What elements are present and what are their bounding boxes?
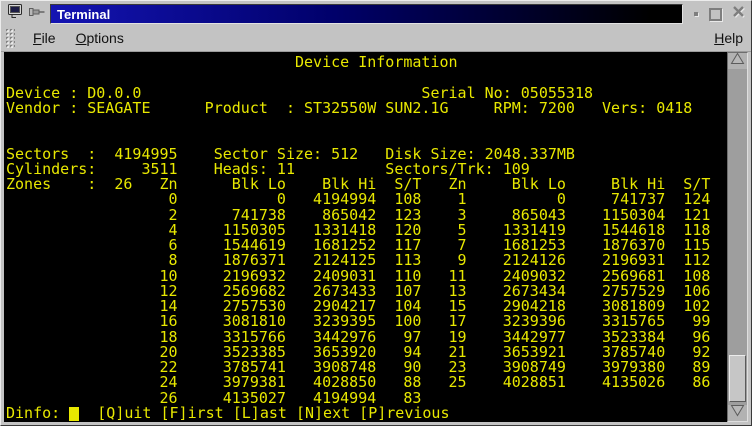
command-hints: [Q]uit [F]irst [L]ast [N]ext [P]revious [79,404,449,422]
terminal-content: Device InformationDevice : D0.0.0 Serial… [4,52,748,422]
terminal-lines: Device InformationDevice : D0.0.0 Serial… [6,55,727,406]
minimize-button[interactable] [694,12,698,16]
window-title: Terminal [51,7,110,22]
menu-options[interactable]: Options [66,27,134,49]
sticky-pin-button[interactable] [26,4,48,24]
terminal-screen[interactable]: Device InformationDevice : D0.0.0 Serial… [4,52,727,422]
terminal-line: Device Information [6,55,727,70]
window-menu-button[interactable] [4,4,26,24]
scrollbar-thumb[interactable] [729,355,746,402]
pin-icon [28,5,46,23]
scrollbar[interactable] [727,52,748,422]
prompt-label: Dinfo: [6,404,69,422]
title-area[interactable]: Terminal [50,4,683,24]
scrollbar-trough[interactable] [728,69,747,405]
terminal-window: Terminal File Options Help [0,0,752,426]
menu-help[interactable]: Help [704,27,751,49]
terminal-line: Vendor : SEAGATE Product : ST32550W SUN2… [6,101,727,116]
titlebar[interactable]: Terminal [4,3,748,25]
menubar-grip[interactable] [5,28,15,48]
prompt-line: Dinfo: [Q]uit [F]irst [L]ast [N]ext [P]r… [6,406,727,421]
arrow-down-icon [730,404,745,422]
maximize-button[interactable] [709,8,722,21]
menu-file[interactable]: File [23,27,66,49]
scroll-down-button[interactable] [728,405,747,421]
terminal-icon [7,3,24,25]
text-cursor [69,407,79,421]
close-button[interactable] [730,6,746,22]
scroll-up-button[interactable] [728,53,747,69]
terminal-line [6,116,727,131]
close-icon [731,4,746,24]
menubar: File Options Help [1,25,751,52]
arrow-up-icon [730,52,745,70]
